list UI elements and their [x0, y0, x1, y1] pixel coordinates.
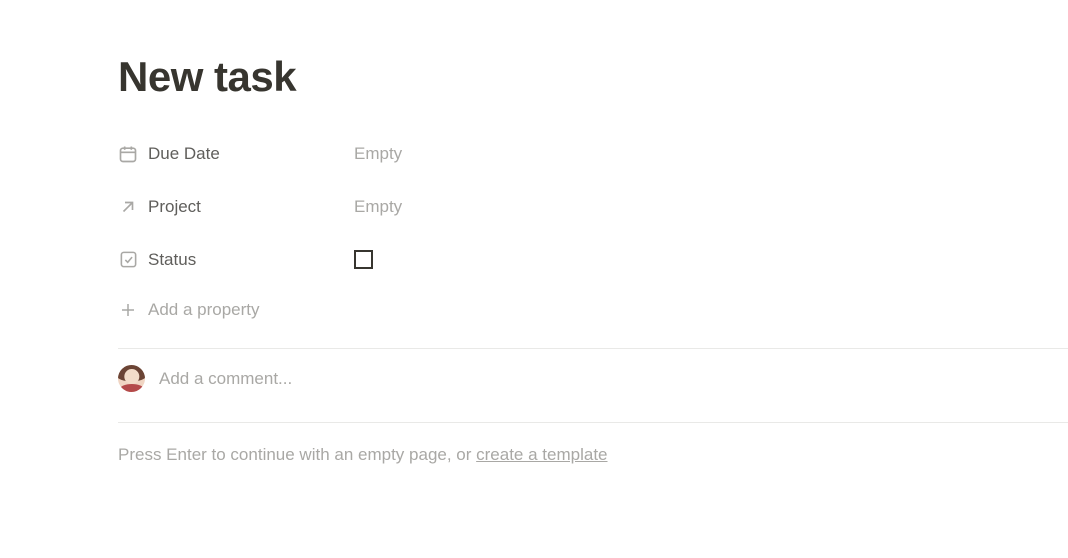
add-property-label: Add a property [148, 300, 260, 320]
calendar-icon [118, 144, 138, 164]
property-label-text: Project [148, 197, 201, 217]
comment-placeholder: Add a comment... [159, 369, 292, 389]
arrow-up-right-icon [118, 197, 138, 217]
property-label-project[interactable]: Project [118, 197, 354, 217]
body-hint: Press Enter to continue with an empty pa… [118, 423, 1068, 465]
property-row-due-date: Due Date Empty [118, 127, 1068, 180]
status-checkbox[interactable] [354, 250, 373, 269]
plus-icon [118, 300, 138, 320]
add-property-button[interactable]: Add a property [118, 286, 1068, 334]
create-template-link[interactable]: create a template [476, 445, 607, 464]
comment-input[interactable]: Add a comment... [118, 349, 1068, 408]
property-value-due-date[interactable]: Empty [354, 144, 402, 164]
property-row-project: Project Empty [118, 180, 1068, 233]
property-label-text: Status [148, 250, 196, 270]
avatar [118, 365, 145, 392]
properties-section: Due Date Empty Project Empty [118, 127, 1068, 334]
checkbox-icon [118, 250, 138, 270]
property-value-project[interactable]: Empty [354, 197, 402, 217]
property-label-text: Due Date [148, 144, 220, 164]
property-row-status: Status [118, 233, 1068, 286]
property-label-due-date[interactable]: Due Date [118, 144, 354, 164]
property-label-status[interactable]: Status [118, 250, 354, 270]
page-title[interactable]: New task [118, 53, 1068, 101]
body-hint-text: Press Enter to continue with an empty pa… [118, 445, 476, 464]
